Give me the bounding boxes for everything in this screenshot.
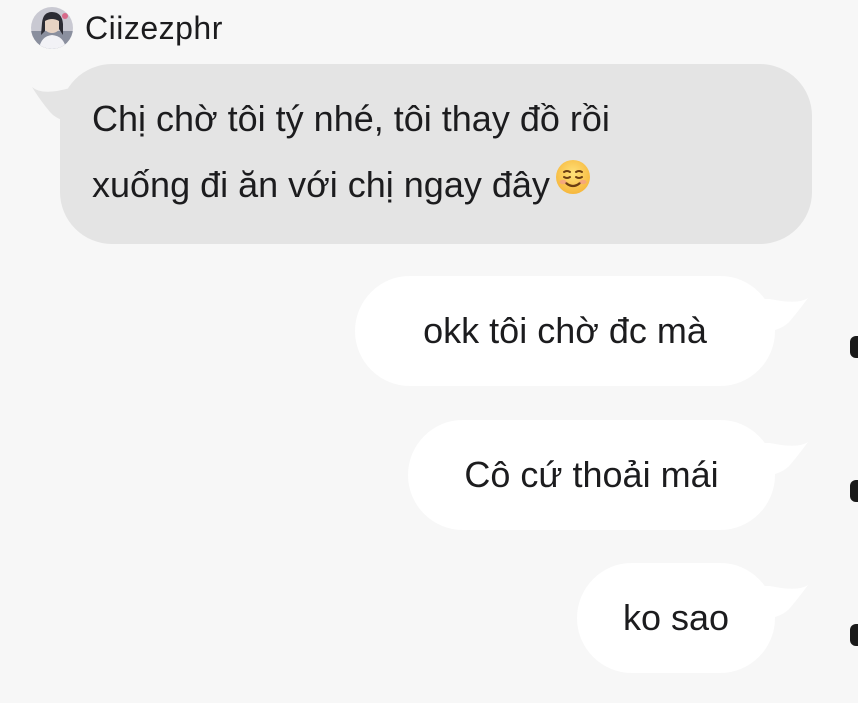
incoming-message-line-2-text: xuống đi ăn với chị ngay đây (92, 164, 550, 205)
avatar[interactable] (31, 7, 73, 49)
incoming-message-bubble[interactable]: Chị chờ tôi tý nhé, tôi thay đồ rồi xuốn… (60, 64, 812, 244)
outgoing-message-text-3: ko sao (622, 597, 730, 638)
message-edge-indicator (850, 336, 858, 358)
message-edge-indicator (850, 480, 858, 502)
avatar-photo-icon (31, 7, 73, 49)
outgoing-message-bubble-3[interactable]: ko sao (577, 563, 775, 673)
smiling-face-icon (554, 151, 592, 217)
outgoing-message-bubble-1[interactable]: okk tôi chờ đc mà (355, 276, 775, 386)
incoming-message-line-1: Chị chờ tôi tý nhé, tôi thay đồ rồi (92, 98, 610, 139)
outgoing-message-text-1: okk tôi chờ đc mà (423, 310, 707, 351)
message-edge-indicator (850, 624, 858, 646)
sender-name[interactable]: Ciizezphr (85, 10, 223, 47)
incoming-message-line-2: xuống đi ăn với chị ngay đây (92, 152, 812, 218)
outgoing-message-text-2: Cô cứ thoải mái (464, 454, 719, 495)
message-sender-header: Ciizezphr (31, 5, 223, 51)
outgoing-message-bubble-2[interactable]: Cô cứ thoải mái (408, 420, 775, 530)
